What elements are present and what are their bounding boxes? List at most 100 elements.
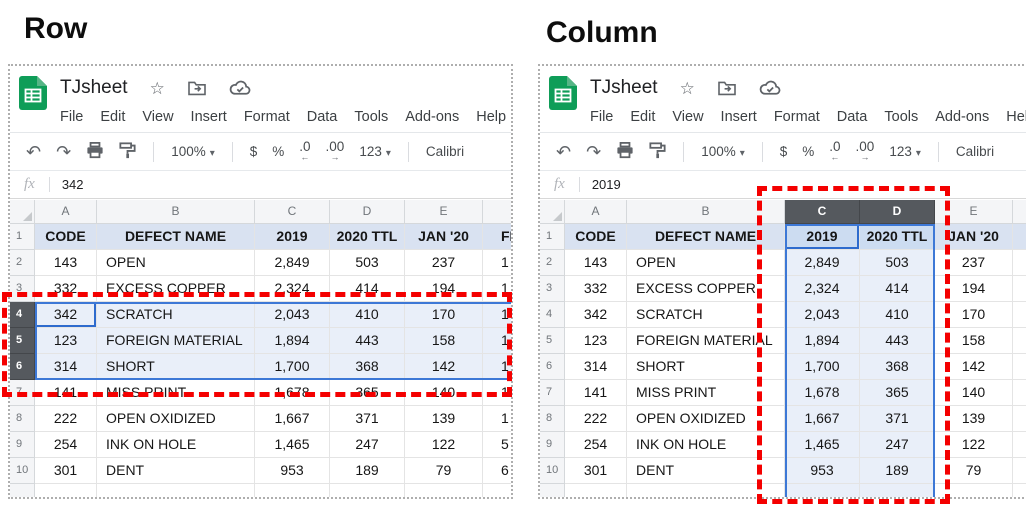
cloud-saved-icon[interactable]	[229, 80, 251, 96]
row-header-3[interactable]: 3	[540, 276, 565, 302]
cell-B7[interactable]: MISS PRINT	[97, 380, 255, 406]
cell-D7[interactable]: 365	[330, 380, 405, 406]
cell-B11[interactable]	[627, 484, 785, 497]
cell-B4[interactable]: SCRATCH	[627, 302, 785, 328]
move-folder-icon[interactable]	[187, 80, 207, 96]
cell-D2[interactable]: 503	[330, 250, 405, 276]
cell-A5[interactable]: 123	[565, 328, 627, 354]
cell-F5[interactable]: 1	[483, 328, 511, 354]
cell-E5[interactable]: 158	[405, 328, 483, 354]
cell-C5[interactable]: 1,894	[255, 328, 330, 354]
cell-F11[interactable]	[483, 484, 511, 497]
document-title[interactable]: TJsheet	[590, 77, 658, 99]
formula-input[interactable]: 342	[62, 177, 84, 192]
cell-D5[interactable]: 443	[330, 328, 405, 354]
menu-item-view[interactable]: View	[142, 109, 173, 125]
cell-E3[interactable]: 194	[935, 276, 1013, 302]
cell-B1[interactable]: DEFECT NAME	[97, 224, 255, 250]
cell-F7[interactable]: 1	[1013, 380, 1026, 406]
cell-E2[interactable]: 237	[405, 250, 483, 276]
cell-D7[interactable]: 365	[860, 380, 935, 406]
cell-B10[interactable]: DENT	[627, 458, 785, 484]
row-header-2[interactable]: 2	[10, 250, 35, 276]
row-header-4[interactable]: 4	[10, 302, 35, 328]
cell-F9[interactable]: 5	[483, 432, 511, 458]
cell-F4[interactable]: 1	[483, 302, 511, 328]
cell-D2[interactable]: 503	[860, 250, 935, 276]
star-icon[interactable]: ☆	[680, 80, 695, 97]
print-icon[interactable]	[86, 142, 104, 162]
cell-E11[interactable]	[935, 484, 1013, 497]
cell-B6[interactable]: SHORT	[97, 354, 255, 380]
cell-B8[interactable]: OPEN OXIDIZED	[627, 406, 785, 432]
cell-D6[interactable]: 368	[330, 354, 405, 380]
cell-F1[interactable]: FEB '20	[483, 224, 511, 250]
row-header-7[interactable]: 7	[10, 380, 35, 406]
menu-item-file[interactable]: File	[60, 109, 83, 125]
move-folder-icon[interactable]	[717, 80, 737, 96]
cell-E7[interactable]: 140	[405, 380, 483, 406]
cell-D6[interactable]: 368	[860, 354, 935, 380]
formula-bar[interactable]: fx 342	[10, 170, 511, 199]
cell-D11[interactable]	[860, 484, 935, 497]
cell-A8[interactable]: 222	[35, 406, 97, 432]
column-header-A[interactable]: A	[565, 200, 627, 224]
cell-E10[interactable]: 79	[405, 458, 483, 484]
row-header-6[interactable]: 6	[10, 354, 35, 380]
cell-E1[interactable]: JAN '20	[935, 224, 1013, 250]
cell-A6[interactable]: 314	[35, 354, 97, 380]
cell-A5[interactable]: 123	[35, 328, 97, 354]
cell-A11[interactable]	[35, 484, 97, 497]
cell-A1[interactable]: CODE	[35, 224, 97, 250]
cell-F2[interactable]: 1	[483, 250, 511, 276]
select-all-corner[interactable]	[540, 200, 565, 224]
cell-A8[interactable]: 222	[565, 406, 627, 432]
cell-D1[interactable]: 2020 TTL	[330, 224, 405, 250]
format-percent-button[interactable]: %	[272, 144, 284, 159]
menu-item-data[interactable]: Data	[837, 109, 868, 125]
menu-item-data[interactable]: Data	[307, 109, 338, 125]
cell-C4[interactable]: 2,043	[785, 302, 860, 328]
menu-item-edit[interactable]: Edit	[630, 109, 655, 125]
cell-A11[interactable]	[565, 484, 627, 497]
cell-F3[interactable]: 1	[483, 276, 511, 302]
menu-item-help[interactable]: Help	[476, 109, 506, 125]
cell-F4[interactable]: 1	[1013, 302, 1026, 328]
cell-F11[interactable]	[1013, 484, 1026, 497]
column-header-A[interactable]: A	[35, 200, 97, 224]
cell-C1[interactable]: 2019	[255, 224, 330, 250]
row-header-11[interactable]	[10, 484, 35, 497]
cell-C8[interactable]: 1,667	[255, 406, 330, 432]
column-header-C[interactable]: C	[255, 200, 330, 224]
print-icon[interactable]	[616, 142, 634, 162]
cell-F1[interactable]: FEB '20	[1013, 224, 1026, 250]
cell-A4[interactable]: 342	[35, 302, 97, 328]
cell-A2[interactable]: 143	[35, 250, 97, 276]
cell-D1[interactable]: 2020 TTL	[860, 224, 935, 250]
cell-A10[interactable]: 301	[35, 458, 97, 484]
row-header-11[interactable]	[540, 484, 565, 497]
cell-A3[interactable]: 332	[35, 276, 97, 302]
column-header-B[interactable]: B	[627, 200, 785, 224]
cell-D10[interactable]: 189	[860, 458, 935, 484]
row-header-1[interactable]: 1	[10, 224, 35, 250]
cell-B9[interactable]: INK ON HOLE	[97, 432, 255, 458]
row-header-5[interactable]: 5	[540, 328, 565, 354]
cell-F8[interactable]: 1	[1013, 406, 1026, 432]
cell-D5[interactable]: 443	[860, 328, 935, 354]
row-header-2[interactable]: 2	[540, 250, 565, 276]
row-header-8[interactable]: 8	[10, 406, 35, 432]
zoom-select[interactable]: 100%▾	[171, 144, 215, 159]
column-header-F[interactable]: F	[483, 200, 511, 224]
menu-item-add-ons[interactable]: Add-ons	[405, 109, 459, 125]
cell-B9[interactable]: INK ON HOLE	[627, 432, 785, 458]
cell-D9[interactable]: 247	[330, 432, 405, 458]
cell-E11[interactable]	[405, 484, 483, 497]
cell-B2[interactable]: OPEN	[97, 250, 255, 276]
font-select[interactable]: Calibri	[956, 144, 994, 159]
cell-D4[interactable]: 410	[330, 302, 405, 328]
cell-C10[interactable]: 953	[785, 458, 860, 484]
decrease-decimal-button[interactable]: .0←	[829, 141, 840, 163]
cell-A7[interactable]: 141	[35, 380, 97, 406]
cell-F9[interactable]: 5	[1013, 432, 1026, 458]
